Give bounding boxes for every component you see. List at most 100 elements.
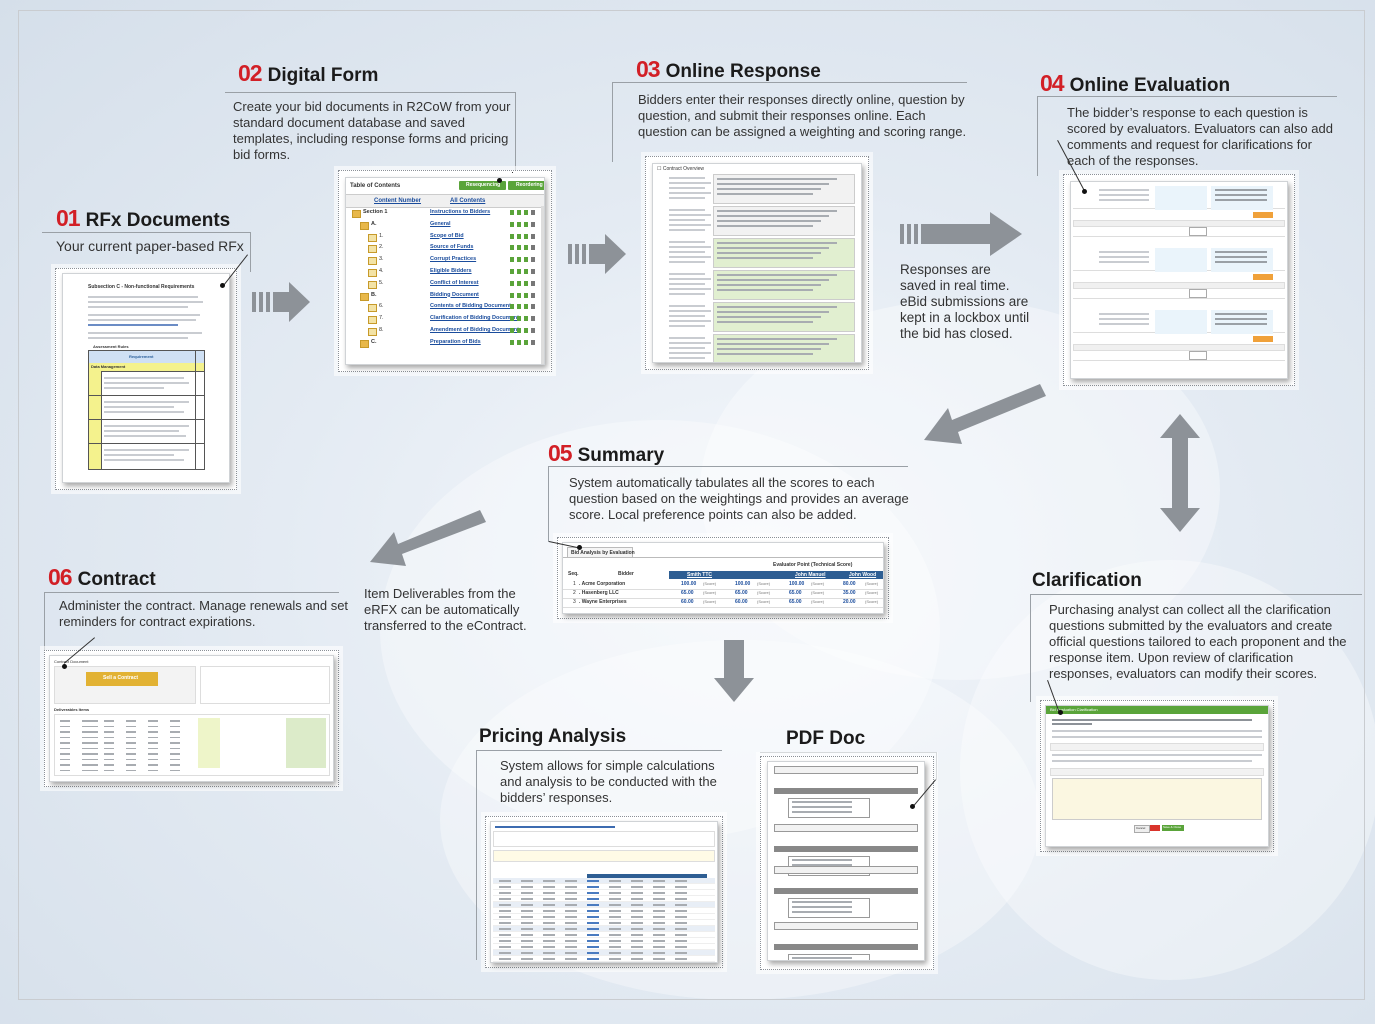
- row-action-icon[interactable]: [510, 245, 514, 251]
- row-action-icon[interactable]: [510, 304, 514, 310]
- row-action-icon[interactable]: [517, 210, 521, 215]
- score-input[interactable]: [1189, 289, 1207, 298]
- row-action-icon[interactable]: [531, 233, 535, 239]
- row-action-icon[interactable]: [524, 210, 528, 215]
- evaluator-name[interactable]: John Wood: [849, 572, 876, 578]
- text-line: [669, 273, 705, 275]
- text-line: [717, 338, 837, 340]
- row-action-icon[interactable]: [510, 292, 514, 298]
- row-action-icon[interactable]: [510, 210, 514, 215]
- row-action-icon[interactable]: [524, 280, 528, 286]
- row-action-icon[interactable]: [531, 292, 535, 298]
- toc-row-link[interactable]: Preparation of Bids: [430, 339, 502, 345]
- row-action-icon[interactable]: [524, 257, 528, 263]
- row-action-icon[interactable]: [524, 328, 528, 333]
- row-action-icon[interactable]: [524, 339, 528, 345]
- score-input[interactable]: [1189, 351, 1207, 360]
- clarification-title: Clarification: [1032, 570, 1142, 591]
- evaluator-name[interactable]: Smith TTC: [687, 572, 712, 578]
- row-action-icon[interactable]: [510, 257, 514, 263]
- toc-row-number: 8.: [379, 327, 384, 333]
- toc-row-link[interactable]: Source of Funds: [430, 244, 502, 250]
- row-action-icon[interactable]: [531, 257, 535, 263]
- toc-row-link[interactable]: Corrupt Practices: [430, 256, 502, 262]
- text-line: [499, 952, 511, 954]
- text-line: [792, 906, 852, 908]
- online-response-screenshot: ☐ Contract Overview: [645, 156, 869, 370]
- toc-row-link[interactable]: Conflict of Interest: [430, 280, 502, 286]
- text-line: [170, 725, 180, 727]
- text-line: [521, 910, 533, 912]
- text-line: [104, 387, 164, 389]
- row-action-icon[interactable]: [531, 210, 535, 215]
- score-input[interactable]: [1189, 227, 1207, 236]
- clarification-textarea[interactable]: [1052, 778, 1262, 820]
- row-action-icon[interactable]: [510, 328, 514, 333]
- clarify-button[interactable]: [1253, 336, 1273, 342]
- row-action-icon[interactable]: [531, 316, 535, 322]
- all-contents-header[interactable]: All Contents: [450, 198, 485, 204]
- row-action-icon[interactable]: [531, 269, 535, 274]
- cancel-button[interactable]: Cancel: [1134, 825, 1150, 833]
- score-unit: (Score): [757, 599, 771, 604]
- row-action-icon[interactable]: [517, 304, 521, 310]
- row-action-icon[interactable]: [517, 280, 521, 286]
- row-action-icon[interactable]: [517, 269, 521, 274]
- content-number-header[interactable]: Content Number: [374, 198, 421, 204]
- row-action-icon[interactable]: [510, 233, 514, 239]
- sell-contract-button[interactable]: Sell a Contract: [86, 672, 158, 686]
- row-action-icon[interactable]: [517, 257, 521, 263]
- row-action-icon[interactable]: [517, 292, 521, 298]
- evaluator-name[interactable]: John Manuel: [795, 572, 826, 578]
- row-action-icon[interactable]: [524, 269, 528, 274]
- save-close-button[interactable]: Save & Close: [1162, 825, 1184, 831]
- text-line: [669, 320, 711, 322]
- row-action-icon[interactable]: [517, 221, 521, 227]
- toc-row-link[interactable]: Clarification of Bidding Document: [430, 315, 519, 321]
- row-action-icon[interactable]: [510, 221, 514, 227]
- row-action-icon[interactable]: [524, 292, 528, 298]
- row-action-icon[interactable]: [524, 245, 528, 251]
- text-line: [587, 946, 599, 948]
- text-line: [653, 904, 665, 906]
- clarify-button[interactable]: [1253, 212, 1273, 218]
- row-action-icon[interactable]: [517, 233, 521, 239]
- row-action-icon[interactable]: [531, 328, 535, 333]
- row-action-icon[interactable]: [531, 339, 535, 345]
- text-line: [60, 731, 70, 733]
- row-action-icon[interactable]: [510, 339, 514, 345]
- text-line: [565, 892, 577, 894]
- toc-row-link[interactable]: Contents of Bidding Document: [430, 303, 511, 309]
- row-action-icon[interactable]: [531, 280, 535, 286]
- row-action-icon[interactable]: [517, 328, 521, 333]
- text-line: [1099, 323, 1149, 325]
- row-action-icon[interactable]: [517, 245, 521, 251]
- toc-row-link[interactable]: Eligible Bidders: [430, 268, 502, 274]
- row-action-icon[interactable]: [531, 304, 535, 310]
- bid-response-row: [1050, 743, 1264, 751]
- row-action-icon[interactable]: [524, 221, 528, 227]
- row-action-icon[interactable]: [510, 316, 514, 322]
- scrollbar[interactable]: [541, 206, 544, 364]
- toc-row-link[interactable]: Scope of Bid: [430, 233, 502, 239]
- delete-button[interactable]: [1150, 825, 1160, 831]
- row-action-icon[interactable]: [510, 280, 514, 286]
- toc-row-link[interactable]: Bidding Document: [430, 292, 502, 298]
- toc-row-link[interactable]: General: [430, 221, 502, 227]
- row-action-icon[interactable]: [524, 316, 528, 322]
- text-line: [126, 769, 136, 771]
- row-action-icon[interactable]: [531, 245, 535, 251]
- toc-row-link[interactable]: Instructions to Bidders: [430, 209, 502, 215]
- text-line: [565, 910, 577, 912]
- reorder-button[interactable]: Reordering: [508, 181, 544, 190]
- row-action-icon[interactable]: [517, 316, 521, 322]
- row-action-icon[interactable]: [524, 304, 528, 310]
- row-action-icon[interactable]: [517, 339, 521, 345]
- row-action-icon[interactable]: [524, 233, 528, 239]
- row-action-icon[interactable]: [531, 221, 535, 227]
- row-action-icon[interactable]: [510, 269, 514, 274]
- text-line: [104, 406, 174, 408]
- toc-row-link[interactable]: Amendment of Bidding Document: [430, 327, 519, 333]
- clarify-button[interactable]: [1253, 274, 1273, 280]
- score-row: [1073, 350, 1285, 361]
